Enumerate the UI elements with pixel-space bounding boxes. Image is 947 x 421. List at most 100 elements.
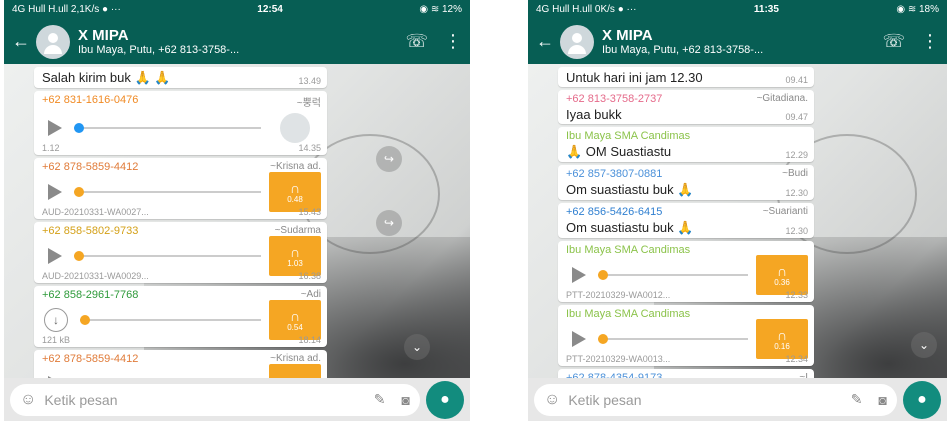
sender-name[interactable]: Ibu Maya SMA Candimas xyxy=(566,244,690,256)
camera-icon[interactable]: ◙ xyxy=(402,392,410,408)
forward-icon[interactable]: ↪ xyxy=(376,210,402,236)
message-placeholder: Ketik pesan xyxy=(44,391,118,408)
audio-progress-thumb[interactable] xyxy=(598,334,608,344)
sender-name[interactable]: +62 858-5802-9733 xyxy=(42,225,138,237)
play-icon[interactable] xyxy=(572,331,586,347)
message-input[interactable]: ☺ Ketik pesan ✎ ◙ xyxy=(534,383,897,416)
audio-file-thumb: ∩ 0.54 xyxy=(269,300,321,340)
chat-area[interactable]: Untuk hari ini jam 12.30 09.41 +62 813-375… xyxy=(528,64,947,378)
contact-avatar xyxy=(269,108,321,148)
audio-progress-thumb[interactable] xyxy=(80,315,90,325)
add-call-icon[interactable]: ☏ xyxy=(882,31,905,52)
sender-name[interactable]: +62 813-3758-2737 xyxy=(566,93,662,105)
audio-file-thumb: ∩ 0.16 xyxy=(756,319,808,359)
audio-progress-thumb[interactable] xyxy=(74,187,84,197)
chat-participants: Ibu Maya, Putu, +62 813-3758-... xyxy=(78,44,240,56)
emoji-icon[interactable]: ☺ xyxy=(20,391,36,409)
headphones-icon: ∩ xyxy=(289,307,301,324)
message-bubble[interactable]: +62 813-3758-2737 ~Gitadiana. Iyaa bukk 09.… xyxy=(558,90,814,124)
message-bubble[interactable]: +62 831-1616-0476 ~뿡럭 1.12 14.35 xyxy=(34,91,327,155)
mic-button[interactable]: ● xyxy=(426,380,464,419)
group-avatar[interactable] xyxy=(560,24,594,59)
message-bubble[interactable]: +62 878-5859-4412~Krisna ad.∩0.48AUD-202… xyxy=(34,158,327,219)
message-bubble[interactable]: Ibu Maya SMA Candimas ∩ 0.16 PTT-20210329-W… xyxy=(558,305,814,366)
message-bubble[interactable]: +62 878-4354-9173 ~I xyxy=(558,369,814,378)
message-bubble[interactable]: Ibu Maya SMA Candimas ∩ 0.36 PTT-20210329-W… xyxy=(558,241,814,302)
scroll-down-icon[interactable]: ⌄ xyxy=(404,334,430,360)
attach-icon[interactable]: ✎ xyxy=(851,391,863,408)
sender-name[interactable]: +62 878-5859-4412 xyxy=(42,161,138,173)
audio-progress-track[interactable] xyxy=(74,187,261,197)
sender-name[interactable]: +62 878-5859-4412 xyxy=(42,353,138,365)
chat-header: ← X MIPA Ibu Maya, Putu, +62 813-3758-..… xyxy=(528,19,947,64)
audio-duration: 1.03 xyxy=(287,258,303,268)
play-icon[interactable] xyxy=(48,120,62,136)
sender-name[interactable]: +62 831-1616-0476 xyxy=(42,94,138,109)
emoji-icon[interactable]: ☺ xyxy=(544,391,560,409)
attach-icon[interactable]: ✎ xyxy=(374,391,386,408)
audio-file-thumb: ∩0.48 xyxy=(269,364,321,378)
back-arrow-icon[interactable]: ← xyxy=(12,31,30,52)
message-text: Om suastiastu buk 🙏 xyxy=(566,182,694,197)
message-bubble[interactable]: Untuk hari ini jam 12.30 09.41 xyxy=(558,67,814,87)
chat-area[interactable]: Salah kirim buk 🙏 🙏 13.49 +62 831-1616-047… xyxy=(4,64,470,378)
audio-duration: 0.16 xyxy=(774,341,790,351)
audio-progress-thumb[interactable] xyxy=(74,123,84,133)
play-icon[interactable] xyxy=(572,267,586,283)
compose-bar: ☺ Ketik pesan ✎ ◙ ● xyxy=(528,378,947,421)
avatar-placeholder-icon xyxy=(280,113,310,143)
message-bubble[interactable]: Ibu Maya SMA Candimas 🙏 OM Suastiastu 12.2… xyxy=(558,127,814,162)
voice-note: ↓ ∩ 0.54 xyxy=(42,300,321,340)
audio-file-name: PTT-20210329-WA0013... xyxy=(566,354,671,364)
play-icon[interactable] xyxy=(48,248,62,264)
audio-file-name: AUD-20210331-WA0027... xyxy=(42,207,149,217)
sender-name[interactable]: +62 857-3807-0881 xyxy=(566,168,662,180)
sender-alias: ~Suarianti xyxy=(762,206,808,217)
message-text: Om suastiastu buk 🙏 xyxy=(566,220,694,235)
audio-progress-thumb[interactable] xyxy=(74,251,84,261)
message-bubble[interactable]: +62 878-5859-4412~Krisna ad.∩0.48AUD-202… xyxy=(34,350,327,378)
chat-title: X MIPA xyxy=(602,27,653,44)
more-options-icon[interactable]: ⋮ xyxy=(921,31,939,52)
message-bubble[interactable]: Salah kirim buk 🙏 🙏 13.49 xyxy=(34,67,327,88)
message-bubble[interactable]: +62 857-3807-0881 ~Budi Om suastiastu buk … xyxy=(558,165,814,200)
chat-title-block[interactable]: X MIPA Ibu Maya, Putu, +62 813-3758-... xyxy=(602,27,866,56)
audio-progress-track[interactable] xyxy=(74,251,261,261)
add-call-icon[interactable]: ☏ xyxy=(405,31,428,52)
audio-progress-track[interactable] xyxy=(598,334,748,344)
audio-progress-thumb[interactable] xyxy=(598,270,608,280)
status-signal: 4G Hull H.ull 0K/s ● ··· xyxy=(536,4,637,15)
mic-button[interactable]: ● xyxy=(903,380,941,419)
play-icon[interactable] xyxy=(48,184,62,200)
message-bubble[interactable]: +62 856-5426-6415 ~Suarianti Om suastiastu… xyxy=(558,203,814,238)
group-avatar[interactable] xyxy=(36,24,70,59)
message-text: Untuk hari ini jam 12.30 xyxy=(566,70,703,85)
sender-name[interactable]: Ibu Maya SMA Candimas xyxy=(566,130,690,142)
message-time: 15.43 xyxy=(298,207,321,217)
back-arrow-icon[interactable]: ← xyxy=(536,31,554,52)
more-options-icon[interactable]: ⋮ xyxy=(444,31,462,52)
audio-file-thumb: ∩ 1.03 xyxy=(269,236,321,276)
sender-name[interactable]: +62 858-2961-7768 xyxy=(42,289,138,301)
headphones-icon: ∩ xyxy=(776,262,788,279)
message-input[interactable]: ☺ Ketik pesan ✎ ◙ xyxy=(10,383,420,416)
sender-alias: ~Gitadiana. xyxy=(756,93,808,104)
scroll-down-icon[interactable]: ⌄ xyxy=(911,332,937,358)
camera-icon[interactable]: ◙ xyxy=(879,392,887,408)
sender-name[interactable]: Ibu Maya SMA Candimas xyxy=(566,308,690,320)
message-text: 🙏 OM Suastiastu xyxy=(566,144,672,159)
download-icon[interactable]: ↓ xyxy=(44,308,68,332)
audio-progress-track[interactable] xyxy=(598,270,748,280)
audio-duration: 0.36 xyxy=(774,277,790,287)
message-time: 12.30 xyxy=(785,226,808,236)
forward-icon[interactable]: ↪ xyxy=(376,146,402,172)
message-sender-row: +62 813-3758-2737 ~Gitadiana. xyxy=(566,93,808,105)
chat-title-block[interactable]: X MIPA Ibu Maya, Putu, +62 813-3758-... xyxy=(78,27,389,56)
message-bubble[interactable]: +62 858-2961-7768 ~Adi ↓ ∩ 0.54 121 kB 18.14 xyxy=(34,286,327,347)
message-bubble[interactable]: +62 858-5802-9733 ~Sudarma ∩ 1.03 AUD-202103… xyxy=(34,222,327,283)
audio-progress-track[interactable] xyxy=(74,123,261,133)
message-sender-row: Ibu Maya SMA Candimas xyxy=(566,130,808,142)
audio-progress-track[interactable] xyxy=(80,315,261,325)
sender-name[interactable]: +62 856-5426-6415 xyxy=(566,206,662,218)
voice-note xyxy=(42,111,321,145)
